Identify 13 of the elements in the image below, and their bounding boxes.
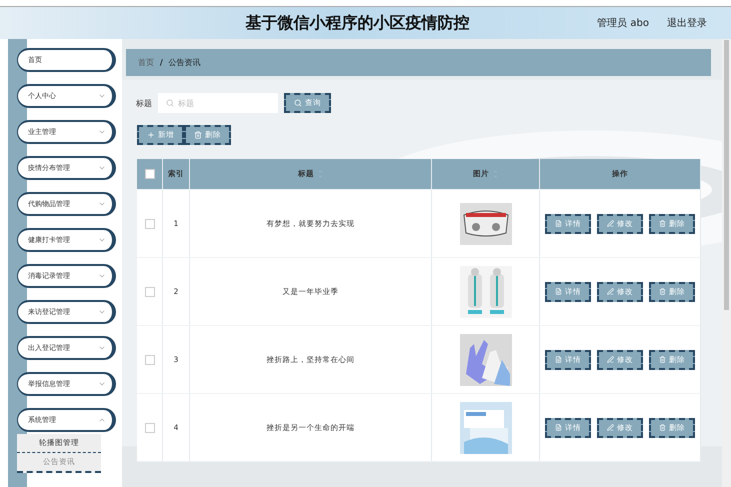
chevron-icon (98, 380, 106, 388)
chevron-icon (98, 164, 106, 172)
app-title: 基于微信小程序的小区疫情防控 (246, 12, 470, 34)
chevron-icon (98, 236, 106, 244)
chevron-icon (98, 272, 106, 280)
logout-link[interactable]: 退出登录 (667, 16, 707, 30)
chevron-icon (98, 128, 106, 136)
user-name: 管理员 abo (597, 17, 649, 30)
chevron-icon (98, 416, 106, 424)
chevron-icon (98, 200, 106, 208)
chevron-icon (98, 308, 106, 316)
chevron-icon (98, 344, 106, 352)
chevron-icon (98, 92, 106, 100)
